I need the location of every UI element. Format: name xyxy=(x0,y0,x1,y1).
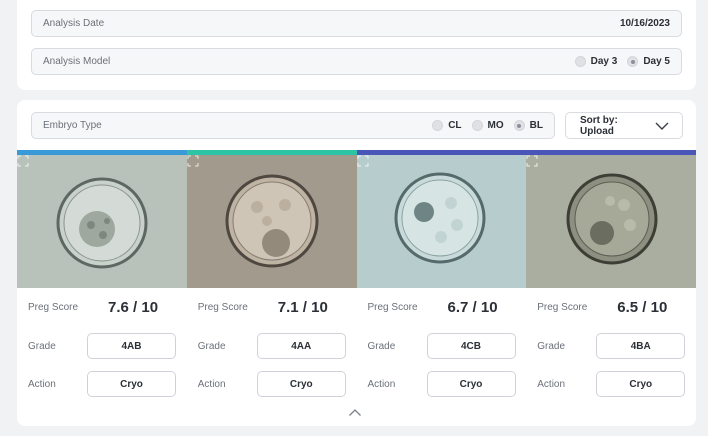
chevron-down-icon xyxy=(655,122,669,130)
embryo-card[interactable]: Preg Score 6.7 / 10 Grade 4CB Action Cry… xyxy=(356,150,527,397)
analysis-date-label: Analysis Date xyxy=(43,18,105,29)
action-row: Action Cryo xyxy=(187,371,357,397)
embryo-results-card: Embryo Type CL MO BL Sort by: Upload Pre… xyxy=(17,100,696,426)
preg-score-label: Preg Score xyxy=(367,301,418,313)
radio-day-3-label: Day 3 xyxy=(590,56,618,67)
embryo-grid: Preg Score 7.6 / 10 Grade 4AB Action Cry… xyxy=(17,150,696,397)
action-field[interactable]: Cryo xyxy=(256,371,346,397)
grade-label: Grade xyxy=(367,340,396,352)
preg-score-row: Preg Score 6.5 / 10 xyxy=(526,297,696,317)
analysis-model-radio-group: Day 3 Day 5 xyxy=(574,56,670,67)
radio-dot[interactable] xyxy=(574,56,586,67)
preg-score-value: 7.1 / 10 xyxy=(277,298,328,316)
embryo-picture xyxy=(17,155,187,288)
embryo-image[interactable] xyxy=(356,155,527,288)
action-label: Action xyxy=(28,378,56,390)
action-label: Action xyxy=(197,378,226,390)
embryo-image[interactable] xyxy=(186,155,357,288)
grade-field[interactable]: 4BA xyxy=(596,333,686,359)
action-row: Action Cryo xyxy=(17,371,187,397)
preg-score-label: Preg Score xyxy=(197,301,248,313)
radio-bl[interactable]: BL xyxy=(513,120,543,131)
action-field[interactable]: Cryo xyxy=(426,371,516,397)
action-field[interactable]: Cryo xyxy=(596,371,686,397)
expand-icon[interactable] xyxy=(526,155,538,167)
radio-cl[interactable]: CL xyxy=(432,120,462,131)
expand-icon[interactable] xyxy=(187,155,199,167)
embryo-image[interactable] xyxy=(526,155,696,288)
action-row: Action Cryo xyxy=(526,371,696,397)
grade-row: Grade 4BA xyxy=(526,333,696,359)
preg-score-row: Preg Score 7.1 / 10 xyxy=(187,297,357,317)
radio-mo[interactable]: MO xyxy=(471,120,504,131)
embryo-type-label: Embryo Type xyxy=(43,120,102,131)
grade-row: Grade 4AA xyxy=(187,333,357,359)
analysis-date-value: 10/16/2023 xyxy=(619,18,670,29)
grade-label: Grade xyxy=(537,340,566,352)
embryo-card[interactable]: Preg Score 7.1 / 10 Grade 4AA Action Cry… xyxy=(186,150,357,397)
grade-field[interactable]: 4AB xyxy=(87,333,176,359)
preg-score-label: Preg Score xyxy=(28,301,79,313)
radio-dot[interactable] xyxy=(471,120,483,131)
embryo-picture xyxy=(186,155,357,288)
embryo-card[interactable]: Preg Score 7.6 / 10 Grade 4AB Action Cry… xyxy=(17,150,187,397)
preg-score-row: Preg Score 6.7 / 10 xyxy=(357,297,527,317)
action-label: Action xyxy=(537,378,566,390)
grade-row: Grade 4AB xyxy=(17,333,187,359)
expand-icon[interactable] xyxy=(357,155,369,167)
chevron-up-icon[interactable] xyxy=(348,408,362,417)
radio-day-5[interactable]: Day 5 xyxy=(627,56,670,67)
radio-bl-label: BL xyxy=(529,120,543,131)
grade-label: Grade xyxy=(197,340,226,352)
preg-score-label: Preg Score xyxy=(537,301,588,313)
embryo-type-field: Embryo Type CL MO BL xyxy=(31,112,555,139)
analysis-card: Analysis Date 10/16/2023 Analysis Model … xyxy=(17,0,696,90)
action-label: Action xyxy=(367,378,396,390)
grade-row: Grade 4CB xyxy=(357,333,527,359)
embryo-type-radio-group: CL MO BL xyxy=(432,120,543,131)
preg-score-row: Preg Score 7.6 / 10 xyxy=(17,297,187,317)
preg-score-value: 6.7 / 10 xyxy=(447,298,498,316)
embryo-picture xyxy=(356,155,527,288)
embryo-image[interactable] xyxy=(17,155,187,288)
analysis-date-field: Analysis Date 10/16/2023 xyxy=(31,10,682,37)
analysis-model-label: Analysis Model xyxy=(43,56,111,67)
radio-day-5-label: Day 5 xyxy=(643,56,670,67)
sort-label: Sort by: Upload xyxy=(580,114,618,137)
preg-score-value: 7.6 / 10 xyxy=(108,298,159,316)
expand-icon[interactable] xyxy=(17,155,29,167)
radio-dot[interactable] xyxy=(627,56,639,67)
action-field[interactable]: Cryo xyxy=(87,371,176,397)
action-row: Action Cryo xyxy=(357,371,527,397)
radio-dot[interactable] xyxy=(513,120,525,131)
analysis-model-field: Analysis Model Day 3 Day 5 xyxy=(31,48,682,75)
sort-dropdown[interactable]: Sort by: Upload xyxy=(565,112,683,139)
radio-cl-label: CL xyxy=(448,120,462,131)
grade-field[interactable]: 4AA xyxy=(256,333,346,359)
radio-mo-label: MO xyxy=(487,120,504,131)
embryo-card[interactable]: Preg Score 6.5 / 10 Grade 4BA Action Cry… xyxy=(526,150,696,397)
radio-day-3[interactable]: Day 3 xyxy=(574,56,618,67)
preg-score-value: 6.5 / 10 xyxy=(617,298,668,316)
embryo-picture xyxy=(526,155,696,288)
grade-label: Grade xyxy=(28,340,56,352)
grade-field[interactable]: 4CB xyxy=(426,333,516,359)
radio-dot[interactable] xyxy=(432,120,444,131)
